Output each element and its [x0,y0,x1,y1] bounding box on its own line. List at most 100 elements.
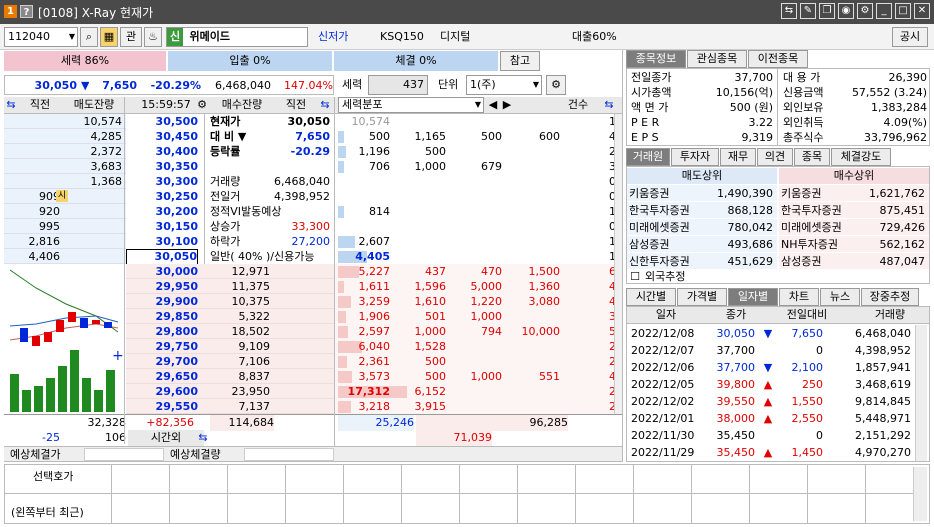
link-icon[interactable]: ⇆ [781,3,797,19]
camera-icon[interactable]: ◉ [838,3,854,19]
tab-brokerTabs-3[interactable]: 의견 [757,148,793,166]
bid-price[interactable]: 29,700 [126,354,198,370]
ask-price[interactable]: 30,450 [126,129,198,145]
dist-value: 500 [481,130,502,143]
tab-brokerTabs-1[interactable]: 투자자 [671,148,719,166]
tab-dailyTabs-5[interactable]: 장중추정 [861,288,919,306]
daily-volume: 4,970,270 [855,446,911,459]
broker-buy-qty: 1,621,762 [869,187,925,200]
broker-buy-name[interactable]: 삼성증권 [781,254,861,270]
ask-count: 4 [609,130,616,143]
search-icon[interactable]: ⌕ [80,27,98,47]
ask-price[interactable]: 30,300 [126,174,198,190]
grid-scrollbar[interactable] [913,467,927,521]
candle-2 [32,336,40,346]
orderbook-scrollbar[interactable] [614,114,622,414]
tab-dailyTabs-3[interactable]: 차트 [779,288,819,306]
tab-brokerTabs-2[interactable]: 재무 [720,148,756,166]
memo-icon[interactable]: ✎ [800,3,816,19]
tab-brokerTabs-0[interactable]: 거래원 [626,148,670,166]
daily-date: 2022/11/30 [631,429,695,442]
ask-count: 3 [609,160,616,173]
bid-count: 2 [609,385,616,398]
notice-button[interactable]: 공시 [892,27,928,47]
broker-sell-name[interactable]: 미래에셋증권 [629,220,709,236]
broker-buy-name[interactable]: NH투자증권 [781,237,861,253]
swap-icon[interactable]: ⇆ [4,97,18,113]
mini-chart: + [9,269,124,412]
reference-button[interactable]: 참고 [500,51,540,71]
ask-price[interactable]: 30,350 [126,159,198,175]
stock-code-input[interactable]: 112040 ▼ [4,27,78,47]
tab-dailyTabs-4[interactable]: 뉴스 [820,288,860,306]
tab-brokerTabs-5[interactable]: 체결강도 [831,148,891,166]
minimize-icon[interactable]: _ [876,3,892,19]
filter-settings-icon[interactable]: ⚙ [546,75,566,95]
ask-price[interactable]: 30,200 [126,204,198,220]
daily-col-header: 종가 [725,308,747,321]
tab-dailyTabs-0[interactable]: 시간별 [626,288,676,306]
info-label: 정적VI발동예상 [210,205,282,218]
broker-sell-name[interactable]: 삼성증권 [629,237,709,253]
daily-volume: 9,814,845 [855,395,911,408]
bid-dist-value: 3,259 [358,295,391,308]
broker-buy-name[interactable]: 한국투자증권 [781,203,861,219]
unit-select[interactable]: 1(주) ▼ [466,75,542,95]
bid-price[interactable]: 29,550 [126,399,198,415]
bid-price[interactable]: 29,600 [126,384,198,400]
clock-settings-icon[interactable]: ⚙ [196,97,208,113]
stock-name-field[interactable]: 신 위메이드 [166,27,308,47]
bid-price[interactable]: 29,800 [126,324,198,340]
ask-price[interactable]: 30,500 [126,114,198,130]
vol-bar-9 [106,370,115,412]
tab-infoTabs-0[interactable]: 종목정보 [626,50,686,68]
close-icon[interactable]: ✕ [914,3,930,19]
after-swap-icon[interactable]: ⇆ [196,430,210,446]
help-icon[interactable]: ? [20,5,33,18]
ask-count: 2 [609,145,616,158]
bid-price[interactable]: 30,000 [126,264,198,280]
calendar-icon[interactable]: ▦ [100,27,118,47]
swap-icon-count[interactable]: ⇆ [602,97,616,113]
daily-volume: 4,398,952 [855,344,911,357]
tab-dailyTabs-2[interactable]: 일자별 [728,288,778,306]
bid-price[interactable]: 29,650 [126,369,198,385]
broker-sell-name[interactable]: 한국투자증권 [629,203,709,219]
daily-volume: 2,151,292 [855,429,911,442]
broker-buy-name[interactable]: 키움증권 [781,186,861,202]
gwan-button[interactable]: 관 [120,27,142,47]
ask-price[interactable]: 30,150 [126,219,198,235]
swap-icon-right[interactable]: ⇆ [318,97,332,113]
tab-infoTabs-1[interactable]: 관심종목 [687,50,747,68]
settings-icon[interactable]: ⚙ [857,3,873,19]
tab-infoTabs-2[interactable]: 이전종목 [748,50,808,68]
broker-sell-name[interactable]: 신한투자증권 [629,254,709,270]
broker-sell-qty: 493,686 [727,238,774,251]
maximize-icon[interactable]: □ [895,3,911,19]
ask-price[interactable]: 30,100 [126,234,198,250]
bid-qty: 5,322 [238,310,271,323]
copy-icon[interactable]: ❐ [819,3,835,19]
power-filter-input[interactable]: 437 [368,75,428,95]
nav-left-icon[interactable]: ◀ [486,97,500,113]
power-dist-select[interactable]: 세력분포 ▼ [338,97,484,113]
bid-price[interactable]: 29,900 [126,294,198,310]
tab-brokerTabs-4[interactable]: 종목 [794,148,830,166]
window-number-badge[interactable]: 1 [4,5,17,18]
nav-right-icon[interactable]: ▶ [500,97,514,113]
daily-scrollbar[interactable] [915,325,927,461]
bid-price[interactable]: 29,950 [126,279,198,295]
grid-col-line [169,465,170,523]
broker-sell-name[interactable]: 키움증권 [629,186,709,202]
bid-dist-value: 3,218 [358,400,391,413]
broker-buy-name[interactable]: 미래에셋증권 [781,220,861,236]
tab-dailyTabs-1[interactable]: 가격별 [677,288,727,306]
ask-price[interactable]: 30,050 [126,249,198,265]
bell-icon[interactable]: ♨ [144,27,162,47]
foreign-checkbox[interactable]: ☐ [629,269,641,285]
ask-price[interactable]: 30,400 [126,144,198,160]
bid-price[interactable]: 29,850 [126,309,198,325]
ask-price[interactable]: 30,250 [126,189,198,205]
bid-price[interactable]: 29,750 [126,339,198,355]
bid-dist-value: 1,596 [414,280,447,293]
